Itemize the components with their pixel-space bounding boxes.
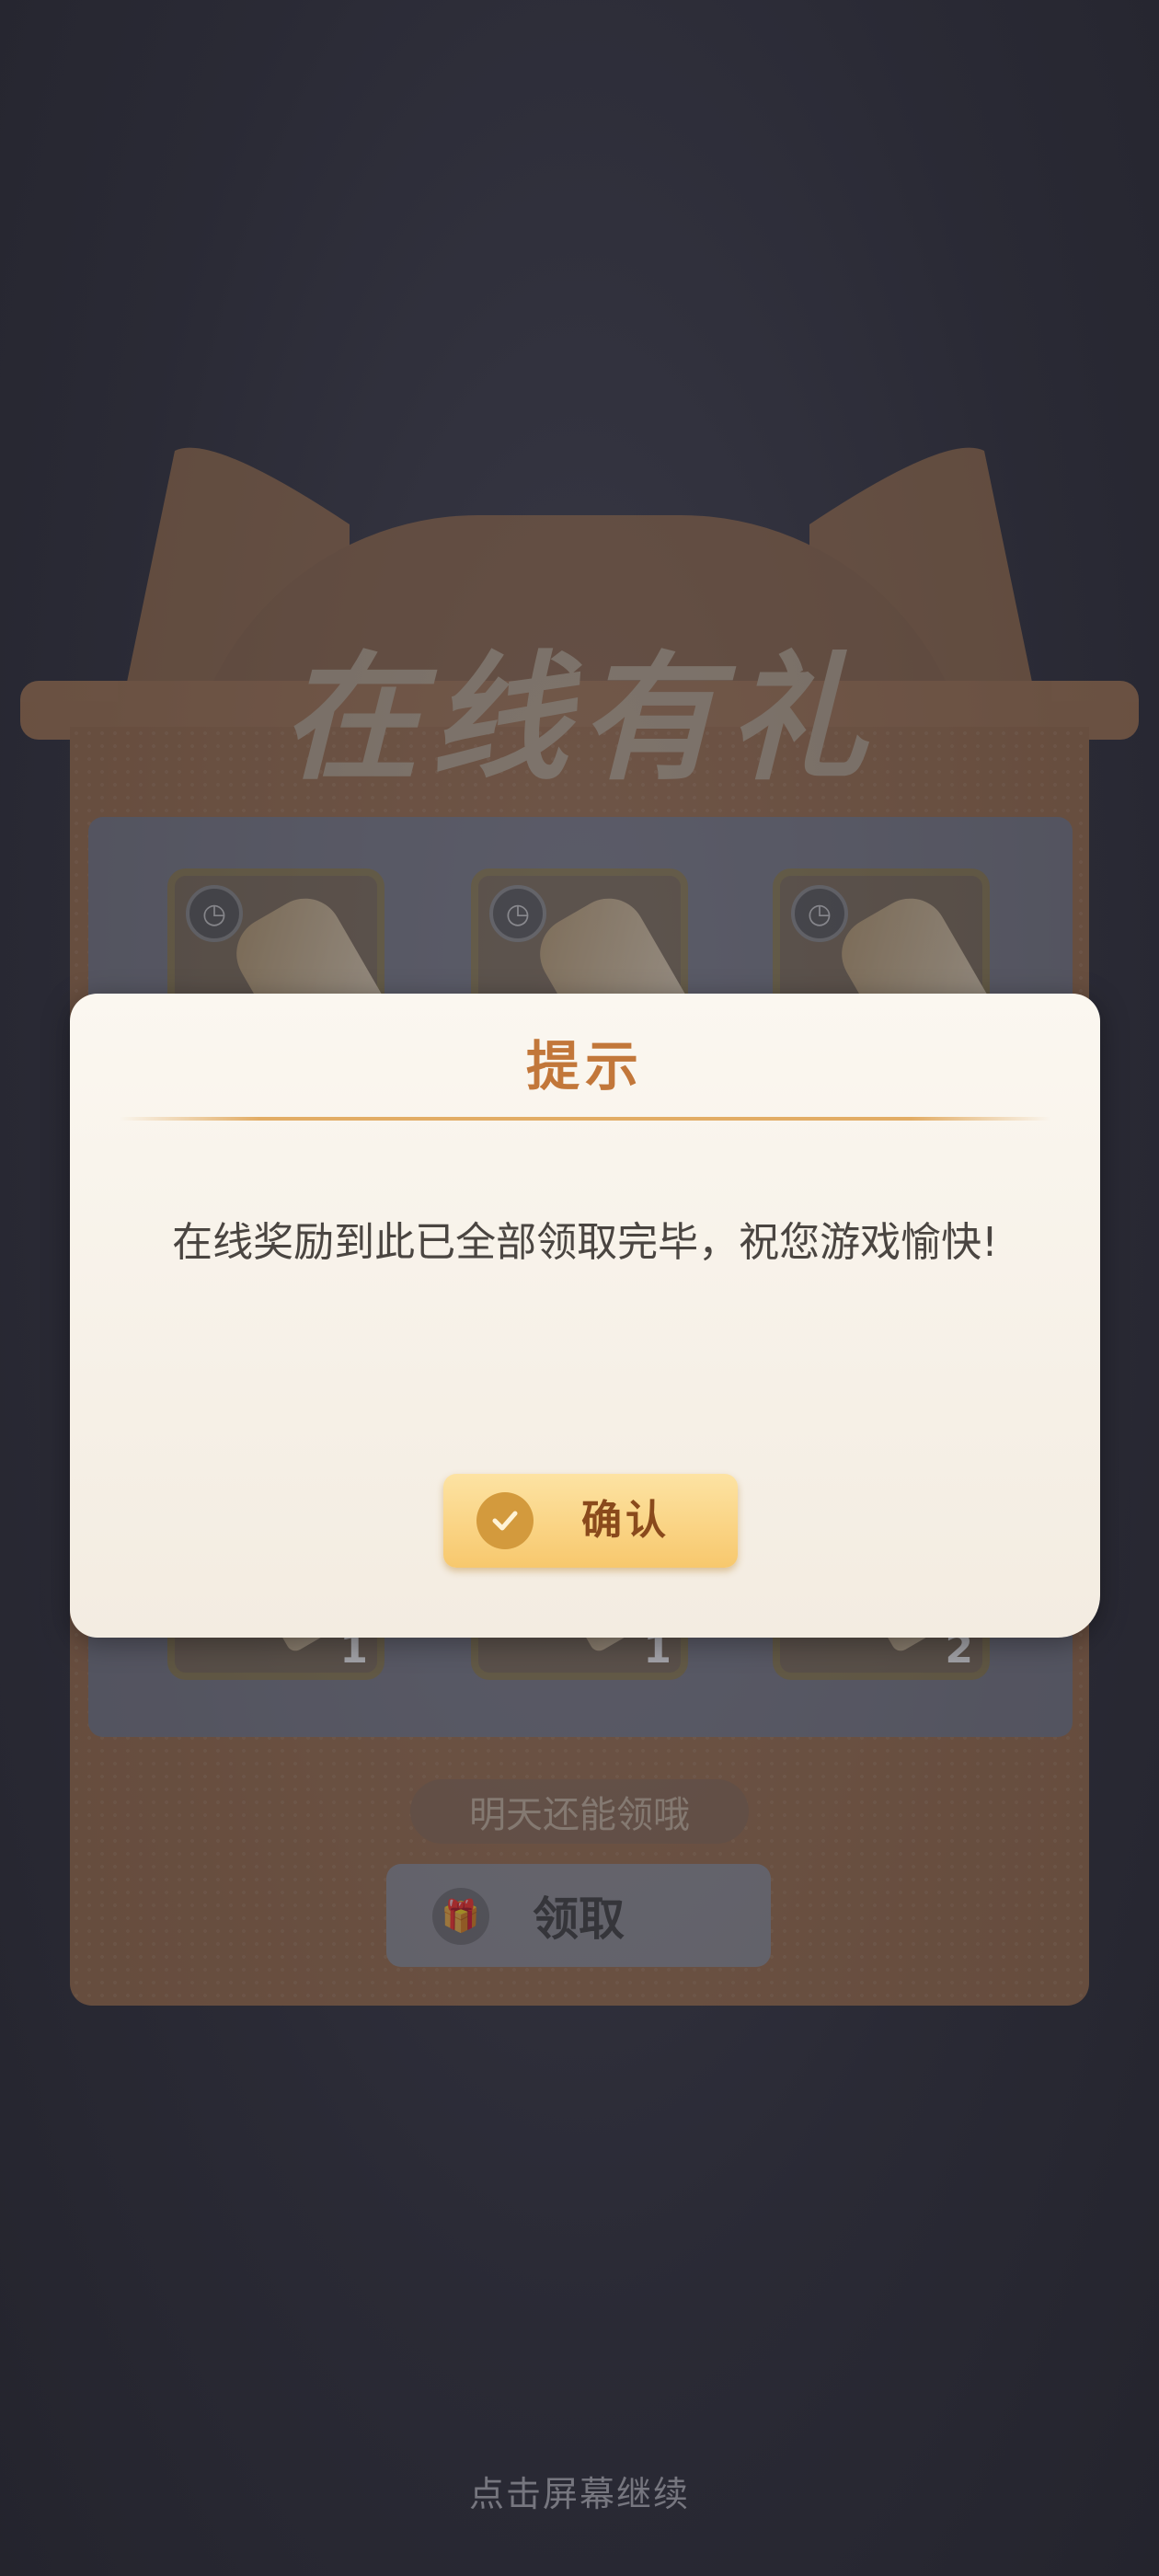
confirm-button[interactable]: 确认 bbox=[443, 1474, 738, 1568]
tomorrow-notice: 明天还能领哦 bbox=[410, 1779, 749, 1844]
check-icon bbox=[476, 1492, 534, 1549]
clock-icon: ◷ bbox=[186, 885, 243, 942]
claim-button-label: 领取 bbox=[533, 1892, 625, 1946]
claim-button: 🎁 领取 bbox=[386, 1864, 771, 1967]
tap-to-continue-hint: 点击屏幕继续 bbox=[468, 2474, 690, 2514]
panel-title: 在线有礼 bbox=[281, 638, 878, 799]
confirm-button-label: 确认 bbox=[581, 1497, 670, 1544]
clock-icon: ◷ bbox=[791, 885, 848, 942]
dialog-title: 提示 bbox=[525, 1035, 644, 1098]
dialog-divider bbox=[120, 1117, 1050, 1121]
clock-icon: ◷ bbox=[489, 885, 546, 942]
gift-icon: 🎁 bbox=[432, 1888, 489, 1945]
dialog-message: 在线奖励到此已全部领取完毕，祝您游戏愉快! bbox=[172, 1219, 998, 1266]
notice-dialog: 提示 在线奖励到此已全部领取完毕，祝您游戏愉快! 确认 bbox=[70, 994, 1100, 1638]
